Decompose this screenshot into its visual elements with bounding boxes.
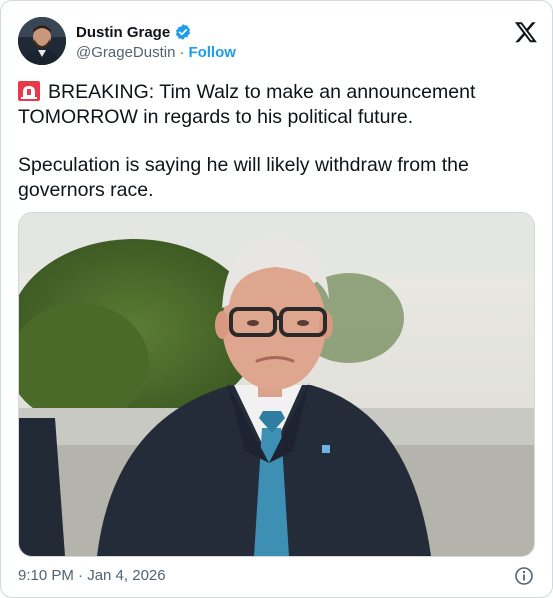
tweet-paragraph-1: BREAKING: Tim Walz to make an announceme… xyxy=(18,80,533,129)
follow-button[interactable]: Follow xyxy=(188,44,236,61)
x-logo-icon[interactable] xyxy=(514,20,538,44)
rotating-light-icon xyxy=(18,81,40,101)
timestamp[interactable]: 9:10 PM · Jan 4, 2026 xyxy=(18,567,166,584)
info-icon[interactable] xyxy=(514,566,534,586)
handle-row: @GrageDustin · Follow xyxy=(76,44,236,61)
tweet-photo[interactable] xyxy=(18,212,535,557)
separator: · xyxy=(179,44,185,61)
tweet-text: BREAKING: Tim Walz to make an announceme… xyxy=(18,80,533,202)
verified-badge-icon xyxy=(174,23,192,41)
display-name[interactable]: Dustin Grage xyxy=(76,24,170,41)
tweet-header: Dustin Grage @GrageDustin · Follow xyxy=(18,16,538,68)
tweet-card[interactable]: Dustin Grage @GrageDustin · Follow BREAK… xyxy=(0,0,553,598)
avatar[interactable] xyxy=(18,17,66,65)
handle[interactable]: @GrageDustin xyxy=(76,44,175,61)
tweet-line-1: BREAKING: Tim Walz to make an announceme… xyxy=(18,81,476,128)
tweet-line-2: Speculation is saying he will likely wit… xyxy=(18,154,469,201)
name-row: Dustin Grage xyxy=(76,22,192,42)
photo-image xyxy=(19,213,534,556)
tweet-footer: 9:10 PM · Jan 4, 2026 xyxy=(18,566,534,588)
